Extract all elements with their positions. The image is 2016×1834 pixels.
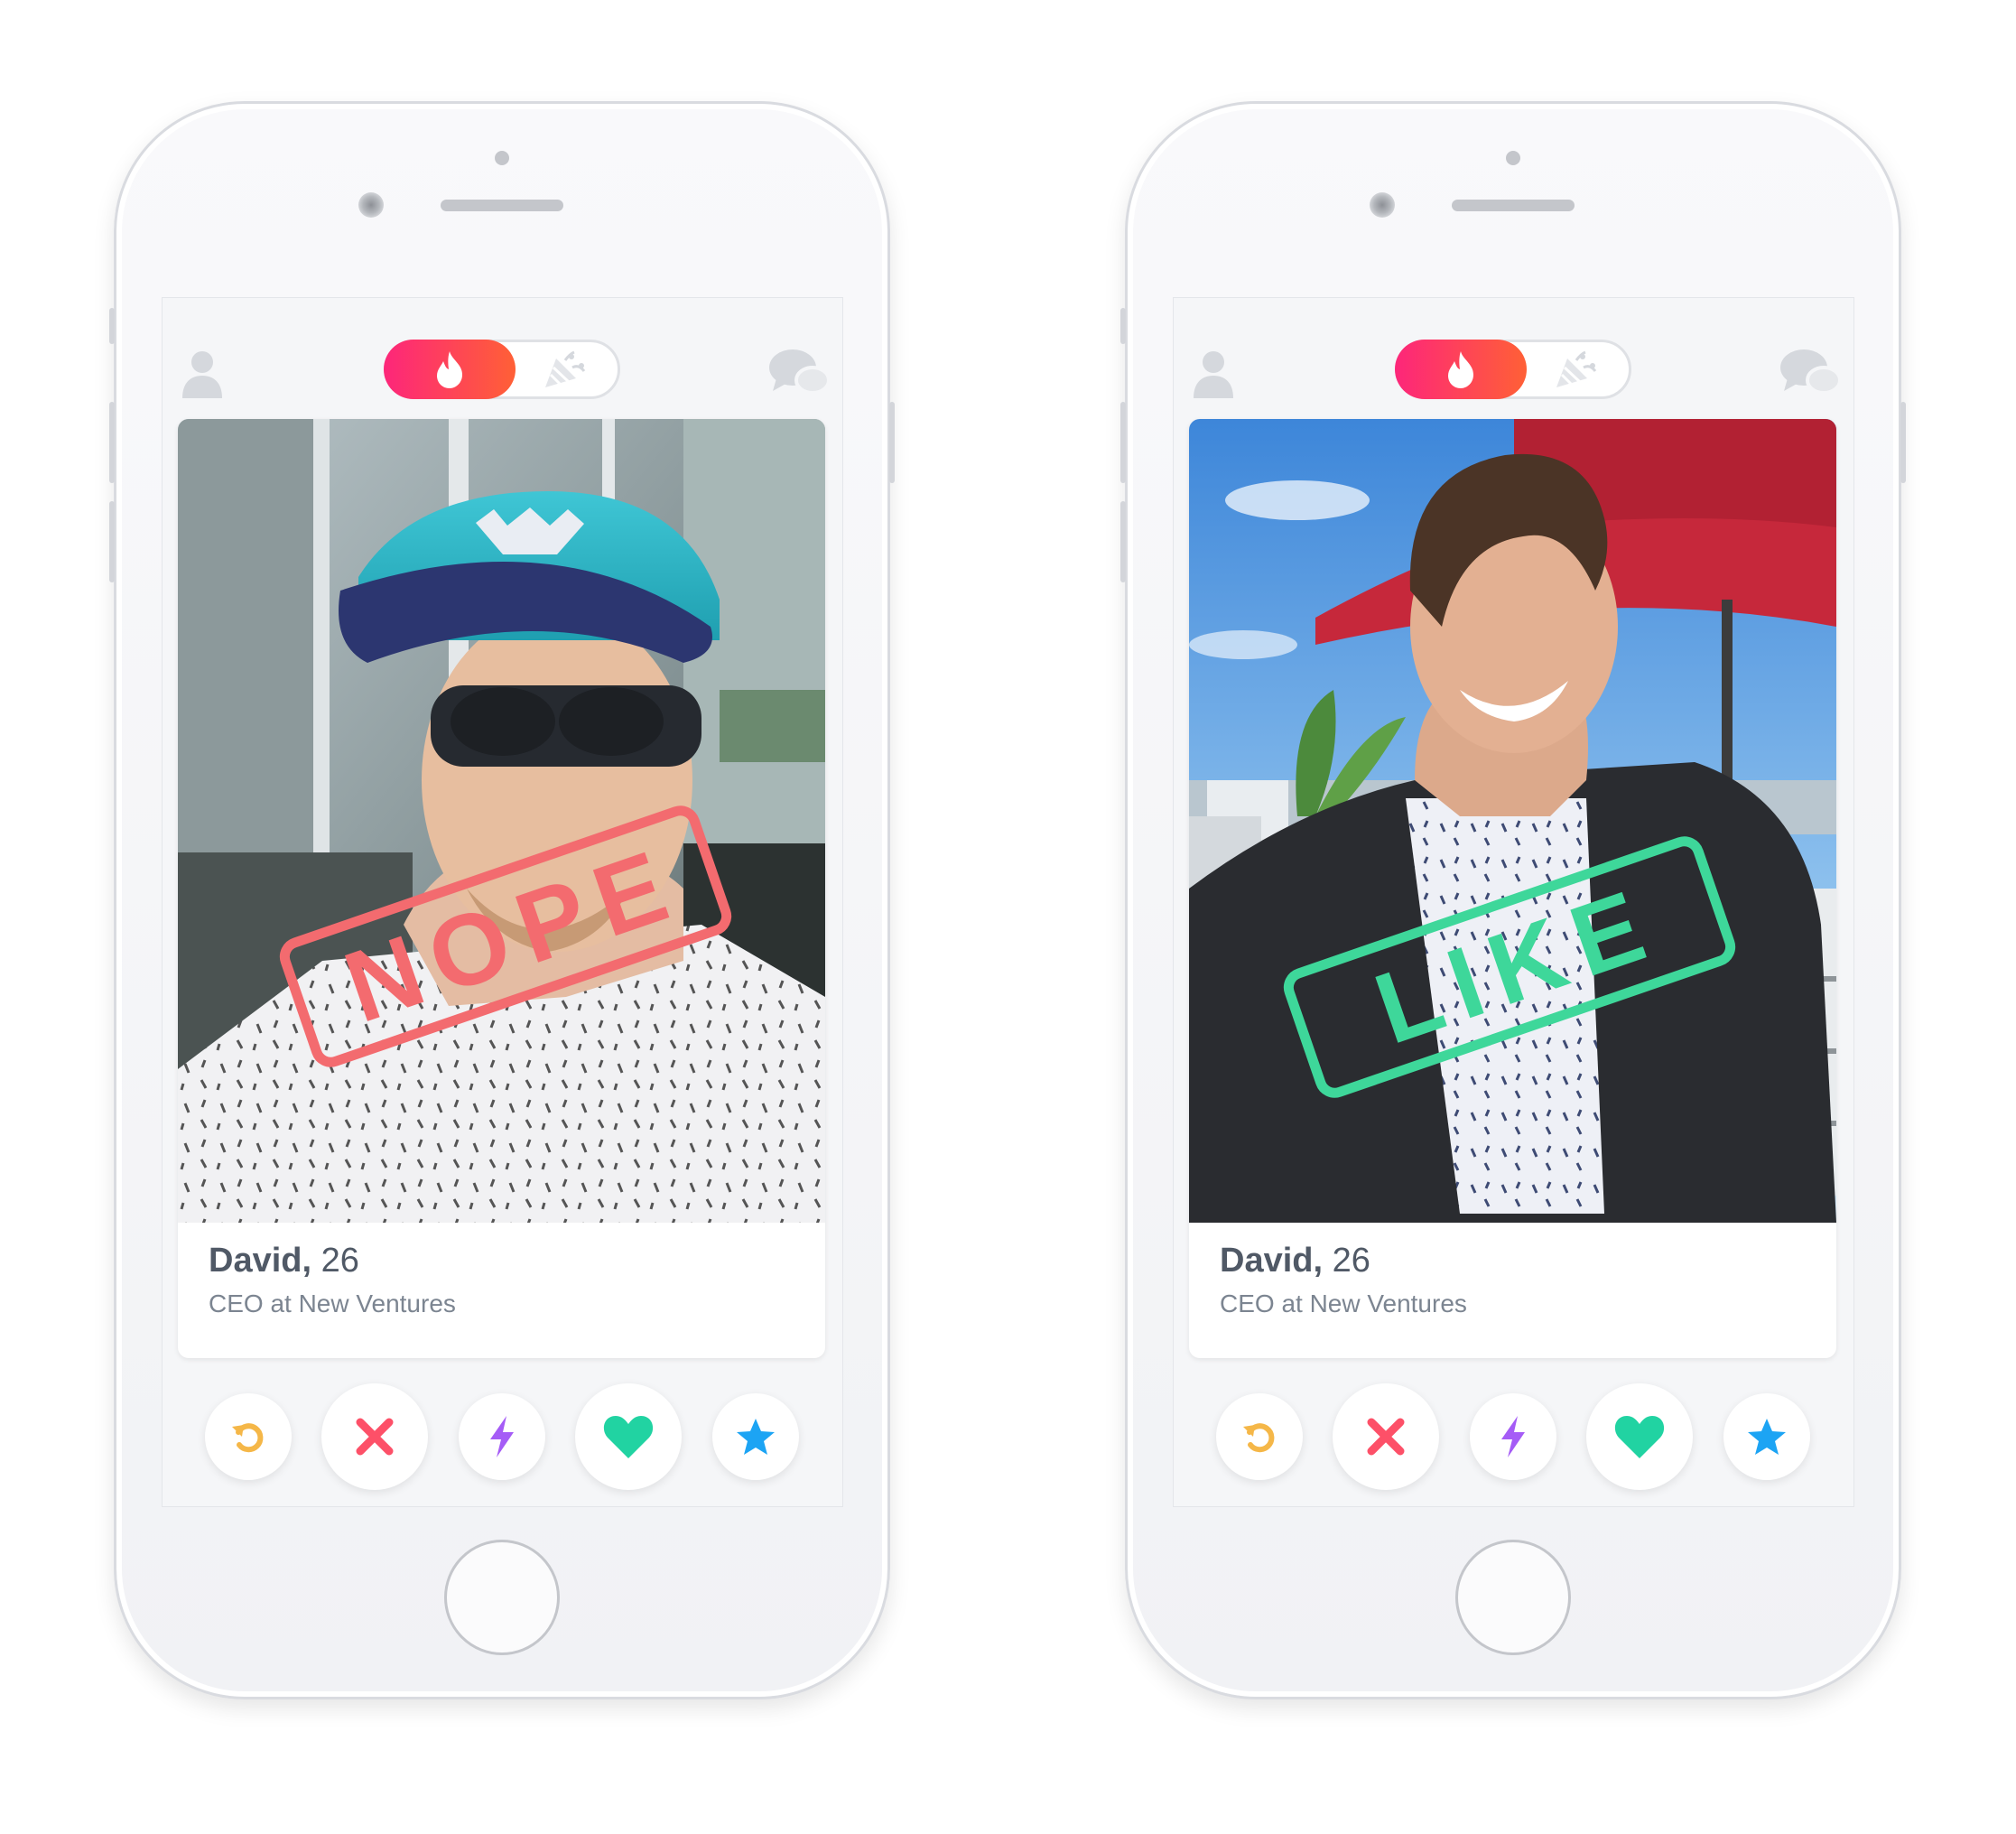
nope-x-icon <box>1367 1418 1405 1456</box>
party-icon[interactable] <box>542 349 587 391</box>
like-heart-icon <box>1614 1416 1665 1458</box>
profile-age: 26 <box>321 1242 359 1280</box>
profile-job: CEO at New Ventures <box>209 1289 456 1317</box>
profile-job: CEO at New Ventures <box>1220 1289 1467 1317</box>
party-icon[interactable] <box>1553 349 1598 391</box>
nope-button[interactable] <box>1333 1383 1439 1490</box>
action-bar <box>1174 1377 1853 1494</box>
nope-button[interactable] <box>321 1383 428 1490</box>
like-button[interactable] <box>1586 1383 1693 1490</box>
mode-toggle[interactable] <box>384 340 620 399</box>
mode-toggle[interactable] <box>1395 340 1631 399</box>
toggle-discover[interactable] <box>384 340 516 399</box>
flame-icon <box>1448 351 1473 388</box>
rewind-button[interactable] <box>205 1393 292 1480</box>
like-button[interactable] <box>575 1383 682 1490</box>
profile-info: David, 26 CEO at New Ventures <box>209 1239 804 1322</box>
rewind-icon <box>1243 1423 1275 1453</box>
top-navigation <box>163 298 842 406</box>
boost-button[interactable] <box>459 1393 545 1480</box>
super-like-star-icon <box>1748 1419 1786 1455</box>
nope-x-icon <box>356 1418 394 1456</box>
front-camera <box>358 192 384 218</box>
volume-down-button <box>1120 501 1126 582</box>
like-heart-icon <box>603 1416 654 1458</box>
chat-icon[interactable] <box>1779 348 1842 398</box>
boost-button[interactable] <box>1470 1393 1556 1480</box>
earpiece-speaker <box>1452 200 1575 211</box>
proximity-sensor <box>495 151 509 165</box>
profile-card[interactable]: NOPE David, 26 CEO at New Ventures <box>178 419 825 1358</box>
power-button <box>889 402 895 483</box>
boost-bolt-icon <box>1501 1416 1525 1457</box>
profile-name: David, <box>1220 1242 1324 1280</box>
rewind-icon <box>232 1423 264 1453</box>
home-button[interactable] <box>1455 1540 1571 1655</box>
mute-switch <box>109 308 115 344</box>
profile-info: David, 26 CEO at New Ventures <box>1220 1239 1816 1322</box>
name-age-line: David, 26 <box>209 1239 804 1282</box>
profile-photo: NOPE <box>178 419 825 1223</box>
name-age-line: David, 26 <box>1220 1239 1816 1282</box>
front-camera <box>1370 192 1395 218</box>
boost-bolt-icon <box>490 1416 514 1457</box>
profile-photo: LIKE <box>1189 419 1836 1223</box>
flame-icon <box>437 351 462 388</box>
toggle-discover[interactable] <box>1395 340 1527 399</box>
profile-card[interactable]: LIKE David, 26 CEO at New Ventures <box>1189 419 1836 1358</box>
chat-icon[interactable] <box>767 348 831 398</box>
profile-icon[interactable] <box>1192 348 1235 398</box>
app-screen: LIKE David, 26 CEO at New Ventures <box>1173 297 1854 1507</box>
profile-age: 26 <box>1332 1242 1370 1280</box>
profile-icon[interactable] <box>181 348 224 398</box>
super-like-button[interactable] <box>712 1393 799 1480</box>
power-button <box>1900 402 1906 483</box>
volume-up-button <box>1120 402 1126 483</box>
top-navigation <box>1174 298 1853 406</box>
mute-switch <box>1120 308 1126 344</box>
action-bar <box>163 1377 842 1494</box>
earpiece-speaker <box>441 200 563 211</box>
super-like-star-icon <box>737 1419 775 1455</box>
app-screen: NOPE David, 26 CEO at New Ventures <box>162 297 843 1507</box>
rewind-button[interactable] <box>1216 1393 1303 1480</box>
volume-up-button <box>109 402 115 483</box>
phone-left: NOPE David, 26 CEO at New Ventures <box>109 101 895 1699</box>
home-button[interactable] <box>444 1540 560 1655</box>
volume-down-button <box>109 501 115 582</box>
profile-name: David, <box>209 1242 312 1280</box>
phone-right: LIKE David, 26 CEO at New Ventures <box>1120 101 1906 1699</box>
super-like-button[interactable] <box>1723 1393 1810 1480</box>
proximity-sensor <box>1506 151 1520 165</box>
